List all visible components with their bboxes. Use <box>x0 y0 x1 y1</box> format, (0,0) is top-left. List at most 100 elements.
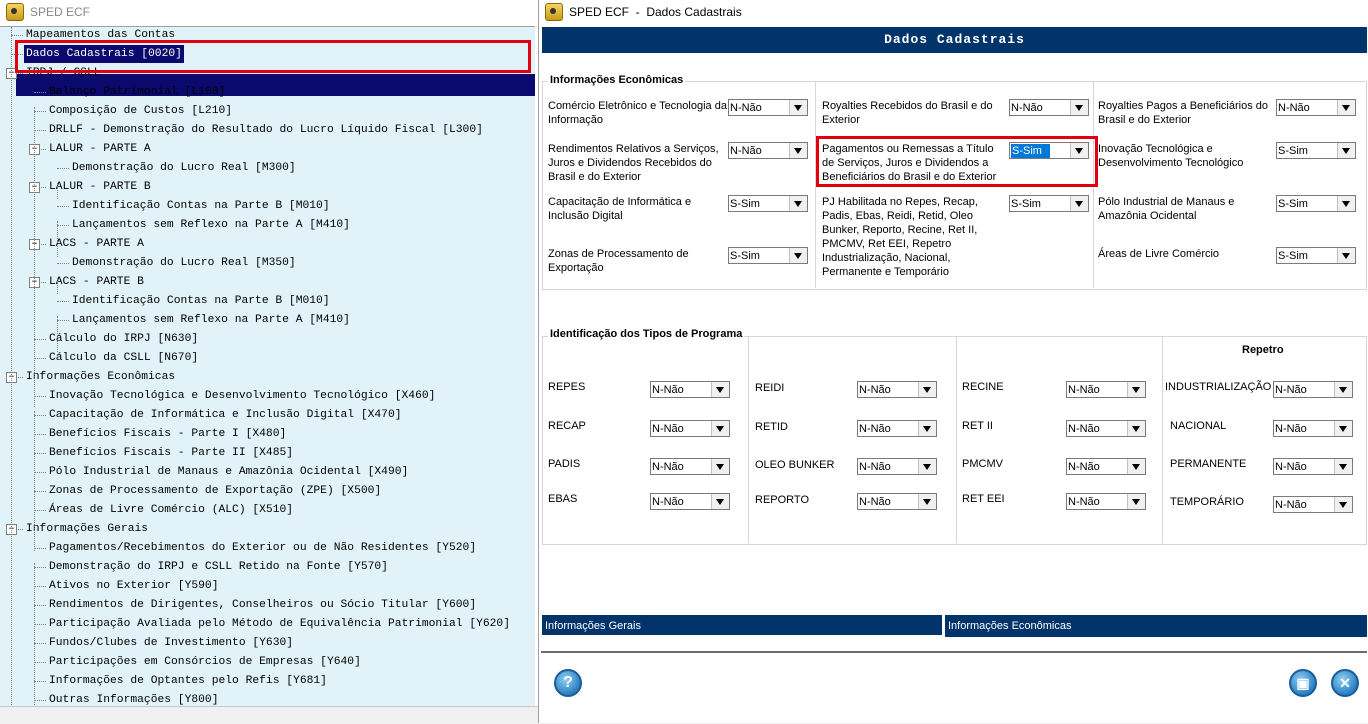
select-dropdown[interactable]: N-Não <box>857 458 937 475</box>
tree-connector <box>34 491 46 492</box>
programs-col-sep-2 <box>956 336 957 543</box>
dropdown-arrow-icon[interactable] <box>1334 382 1352 397</box>
save-button[interactable]: ▣ <box>1289 669 1317 697</box>
tree-node[interactable]: Benefícios Fiscais - Parte I [X480] <box>47 425 288 443</box>
select-dropdown[interactable]: N-Não <box>1009 99 1089 116</box>
dropdown-arrow-icon[interactable] <box>1127 382 1145 397</box>
dropdown-arrow-icon[interactable] <box>1334 459 1352 474</box>
tree-node[interactable]: Inovação Tecnológica e Desenvolvimento T… <box>47 387 437 405</box>
select-dropdown[interactable]: S-Sim <box>1276 142 1356 159</box>
tree-node[interactable]: Zonas de Processamento de Exportação (ZP… <box>47 482 383 500</box>
tree-node[interactable]: Benefícios Fiscais - Parte II [X485] <box>47 444 295 462</box>
dropdown-arrow-icon[interactable] <box>918 494 936 509</box>
select-dropdown[interactable]: N-Não <box>1273 458 1353 475</box>
dropdown-arrow-icon[interactable] <box>1070 100 1088 115</box>
select-dropdown[interactable]: N-Não <box>650 381 730 398</box>
tree-node-label: Capacitação de Informática e Inclusão Di… <box>49 409 402 421</box>
tree-node[interactable]: Demonstração do Lucro Real [M350] <box>70 254 298 272</box>
select-dropdown[interactable]: S-Sim <box>1276 247 1356 264</box>
tree-node[interactable]: Participação Avaliada pelo Método de Equ… <box>47 615 512 633</box>
tree-node[interactable]: Demonstração do IRPJ e CSLL Retido na Fo… <box>47 558 390 576</box>
select-dropdown[interactable]: S-Sim <box>728 195 808 212</box>
tree-node[interactable]: Informações de Optantes pelo Refis [Y681… <box>47 672 329 690</box>
dropdown-arrow-icon[interactable] <box>1070 196 1088 211</box>
dropdown-arrow-icon[interactable] <box>1127 494 1145 509</box>
close-button[interactable]: ✕ <box>1331 669 1359 697</box>
field-label: NACIONAL <box>1170 420 1227 432</box>
field-label: Rendimentos Relativos a Serviços, Juros … <box>548 143 719 183</box>
tree-node[interactable]: Cálculo do IRPJ [N630] <box>47 330 200 348</box>
tree-node[interactable]: Pagamentos/Recebimentos do Exterior ou d… <box>47 539 478 557</box>
tree-node[interactable]: Rendimentos de Dirigentes, Conselheiros … <box>47 596 478 614</box>
tree-node[interactable]: Identificação Contas na Parte B [M010] <box>70 292 332 310</box>
dropdown-arrow-icon[interactable] <box>711 421 729 436</box>
dropdown-arrow-icon[interactable] <box>789 100 807 115</box>
tree-node[interactable]: Identificação Contas na Parte B [M010] <box>70 197 332 215</box>
field-label: REIDI <box>755 382 785 394</box>
select-dropdown[interactable]: N-Não <box>1276 99 1356 116</box>
select-dropdown[interactable]: S-Sim <box>728 247 808 264</box>
tree-node[interactable]: Balanço Patrimonial [L100] <box>47 83 227 101</box>
dropdown-arrow-icon[interactable] <box>918 382 936 397</box>
tree-node[interactable]: Informações Gerais <box>24 520 150 538</box>
select-dropdown[interactable]: N-Não <box>650 458 730 475</box>
tree-node[interactable]: Ativos no Exterior [Y590] <box>47 577 220 595</box>
tree-node[interactable]: Outras Informações [Y800] <box>47 691 220 707</box>
select-dropdown[interactable]: N-Não <box>1066 493 1146 510</box>
dropdown-arrow-icon[interactable] <box>789 143 807 158</box>
tree-node[interactable]: LALUR - PARTE B <box>47 178 153 196</box>
select-dropdown[interactable]: N-Não <box>1273 496 1353 513</box>
dropdown-arrow-icon[interactable] <box>1337 248 1355 263</box>
dropdown-arrow-icon[interactable] <box>711 382 729 397</box>
field-label: EBAS <box>548 493 578 505</box>
dropdown-arrow-icon[interactable] <box>1337 100 1355 115</box>
tab-informacoes-gerais[interactable]: Informações Gerais <box>541 614 943 636</box>
dropdown-arrow-icon[interactable] <box>711 459 729 474</box>
tree-node-label: Informações Gerais <box>26 523 149 535</box>
tree-node[interactable]: LALUR - PARTE A <box>47 140 153 158</box>
select-value: N-Não <box>859 423 891 435</box>
select-dropdown[interactable]: N-Não <box>857 420 937 437</box>
dropdown-arrow-icon[interactable] <box>918 421 936 436</box>
tree-node[interactable]: DRLLF - Demonstração do Resultado do Luc… <box>47 121 485 139</box>
select-dropdown[interactable]: N-Não <box>1273 381 1353 398</box>
dropdown-arrow-icon[interactable] <box>918 459 936 474</box>
tree-node[interactable]: LACS - PARTE B <box>47 273 146 291</box>
select-dropdown[interactable]: N-Não <box>650 493 730 510</box>
select-dropdown[interactable]: S-Sim <box>1276 195 1356 212</box>
select-dropdown[interactable]: N-Não <box>1066 458 1146 475</box>
dropdown-arrow-icon[interactable] <box>1334 421 1352 436</box>
dropdown-arrow-icon[interactable] <box>1337 196 1355 211</box>
dropdown-arrow-icon[interactable] <box>789 248 807 263</box>
tree-node[interactable]: Capacitação de Informática e Inclusão Di… <box>47 406 404 424</box>
tab-informacoes-economicas[interactable]: Informações Econômicas <box>945 615 1367 637</box>
help-button[interactable]: ? <box>554 669 582 697</box>
tree-node[interactable]: Fundos/Clubes de Investimento [Y630] <box>47 634 295 652</box>
select-dropdown[interactable]: N-Não <box>728 142 808 159</box>
tree-node[interactable]: Pólo Industrial de Manaus e Amazônia Oci… <box>47 463 410 481</box>
select-dropdown[interactable]: N-Não <box>650 420 730 437</box>
select-dropdown[interactable]: N-Não <box>728 99 808 116</box>
dropdown-arrow-icon[interactable] <box>1334 497 1352 512</box>
dropdown-arrow-icon[interactable] <box>1127 459 1145 474</box>
select-dropdown[interactable]: N-Não <box>1066 420 1146 437</box>
dropdown-arrow-icon[interactable] <box>1337 143 1355 158</box>
tree-node[interactable]: Cálculo da CSLL [N670] <box>47 349 200 367</box>
select-dropdown[interactable]: N-Não <box>857 493 937 510</box>
econ-group-title: Informações Econômicas <box>548 74 686 86</box>
tree-node[interactable]: Participações em Consórcios de Empresas … <box>47 653 363 671</box>
tree-node[interactable]: Informações Econômicas <box>24 368 177 386</box>
tree-node[interactable]: Lançamentos sem Reflexo na Parte A [M410… <box>70 216 352 234</box>
select-dropdown[interactable]: N-Não <box>1066 381 1146 398</box>
select-dropdown[interactable]: S-Sim <box>1009 195 1089 212</box>
tree-node[interactable]: Áreas de Livre Comércio (ALC) [X510] <box>47 501 295 519</box>
tree-node[interactable]: Demonstração do Lucro Real [M300] <box>70 159 298 177</box>
dropdown-arrow-icon[interactable] <box>711 494 729 509</box>
dropdown-arrow-icon[interactable] <box>1127 421 1145 436</box>
select-dropdown[interactable]: N-Não <box>1273 420 1353 437</box>
tree-node[interactable]: Composição de Custos [L210] <box>47 102 234 120</box>
dropdown-arrow-icon[interactable] <box>789 196 807 211</box>
tree-node[interactable]: Lançamentos sem Reflexo na Parte A [M410… <box>70 311 352 329</box>
tree-node[interactable]: LACS - PARTE A <box>47 235 146 253</box>
select-dropdown[interactable]: N-Não <box>857 381 937 398</box>
